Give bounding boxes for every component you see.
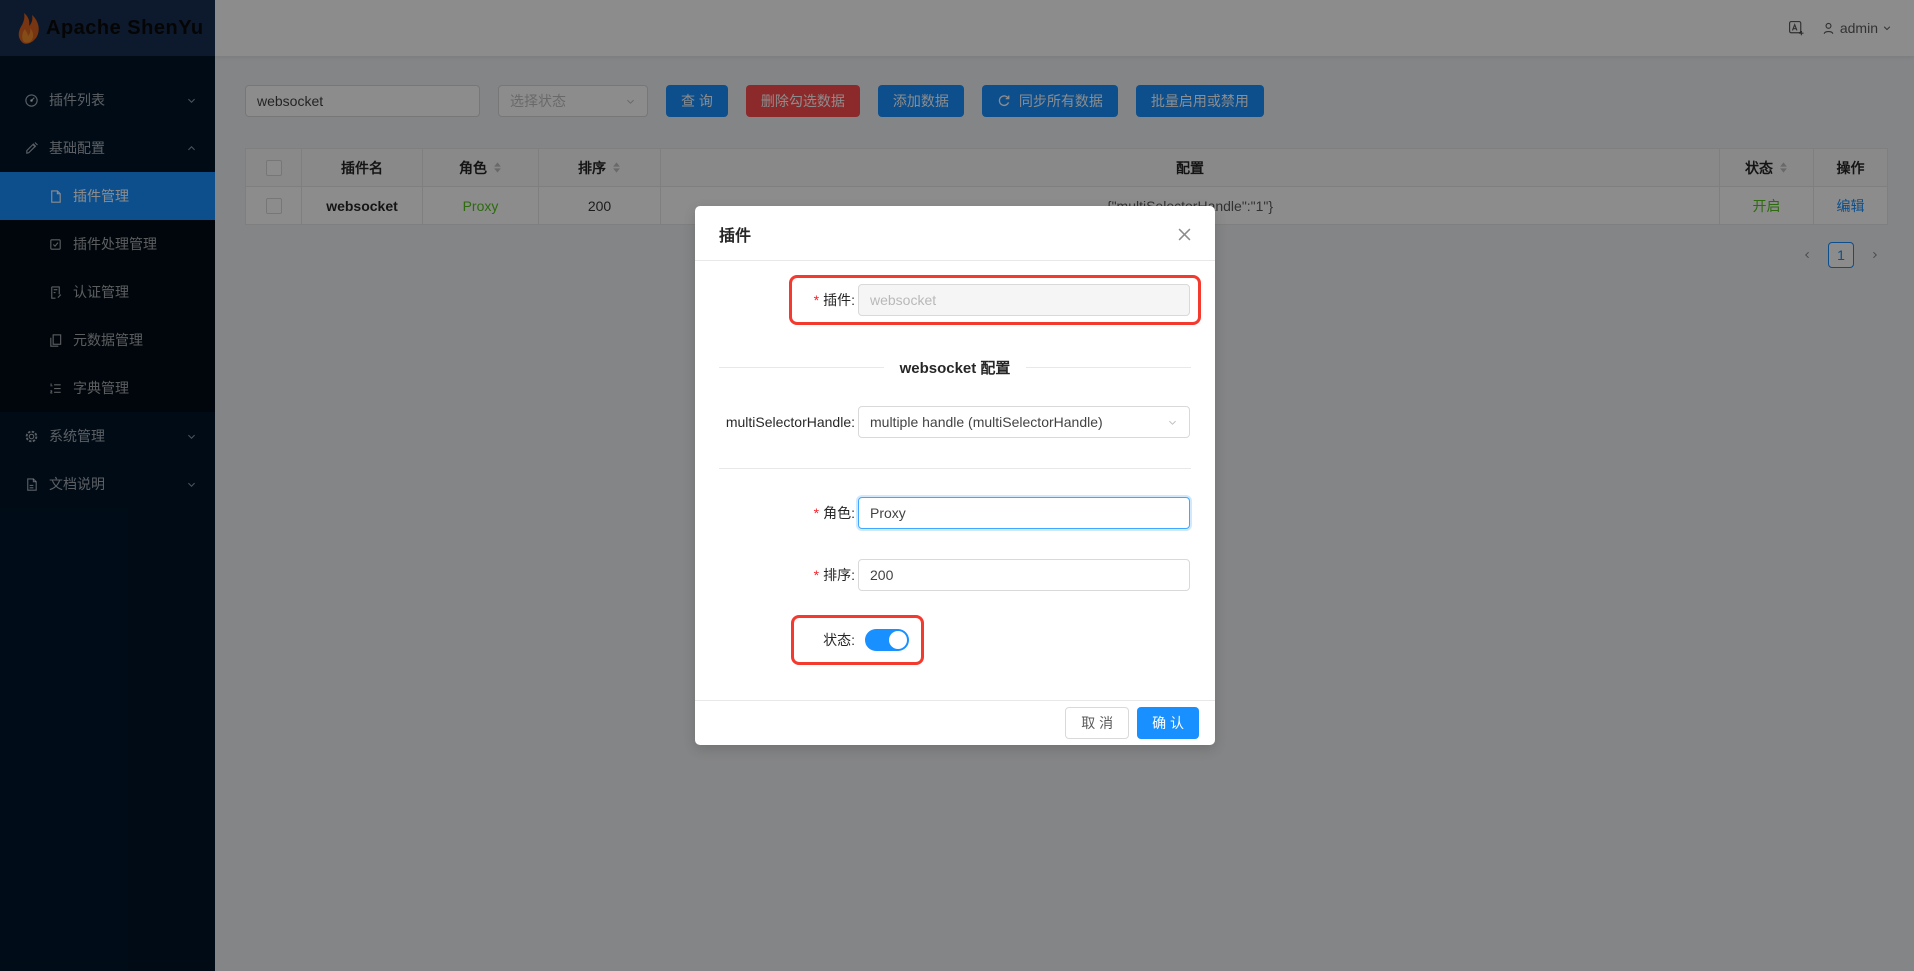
role-input[interactable]	[858, 497, 1190, 529]
plugin-modal: 插件 *插件: websocket 配置	[695, 206, 1215, 745]
modal-footer: 取 消 确 认	[695, 700, 1215, 745]
status-field-label: 状态:	[804, 630, 855, 650]
app-root: Apache ShenYu 插件列表 基础配置	[0, 0, 1914, 971]
status-toggle[interactable]	[865, 629, 909, 651]
annotation-red-box-plugin: *插件:	[789, 275, 1201, 325]
annotation-red-box-status: 状态:	[791, 615, 924, 665]
chevron-down-icon	[1167, 417, 1178, 428]
handle-field-row: multiSelectorHandle: multiple handle (mu…	[719, 406, 1191, 438]
modal-body: *插件: websocket 配置 multiSelectorHandle: m…	[695, 261, 1215, 700]
config-section-title: websocket 配置	[900, 357, 1011, 378]
sort-input[interactable]	[858, 559, 1190, 591]
role-field-label: *角色:	[719, 503, 855, 523]
close-icon[interactable]	[1173, 223, 1195, 245]
plugin-name-input[interactable]	[858, 284, 1190, 316]
handle-select-value: multiple handle (multiSelectorHandle)	[870, 414, 1103, 430]
handle-field-label: multiSelectorHandle:	[719, 414, 855, 430]
confirm-button[interactable]: 确 认	[1137, 707, 1199, 739]
config-section-divider: websocket 配置	[719, 357, 1191, 378]
handle-select[interactable]: multiple handle (multiSelectorHandle)	[858, 406, 1190, 438]
required-mark: *	[814, 505, 819, 521]
plugin-field-label: *插件:	[800, 290, 855, 310]
modal-header: 插件	[695, 206, 1215, 261]
sort-field-row: *排序:	[719, 559, 1191, 591]
modal-title: 插件	[719, 228, 751, 245]
role-field-row: *角色:	[719, 497, 1191, 529]
required-mark: *	[814, 567, 819, 583]
sort-field-label: *排序:	[719, 565, 855, 585]
required-mark: *	[814, 292, 819, 308]
cancel-button[interactable]: 取 消	[1065, 707, 1129, 739]
section-divider-line	[719, 468, 1191, 469]
